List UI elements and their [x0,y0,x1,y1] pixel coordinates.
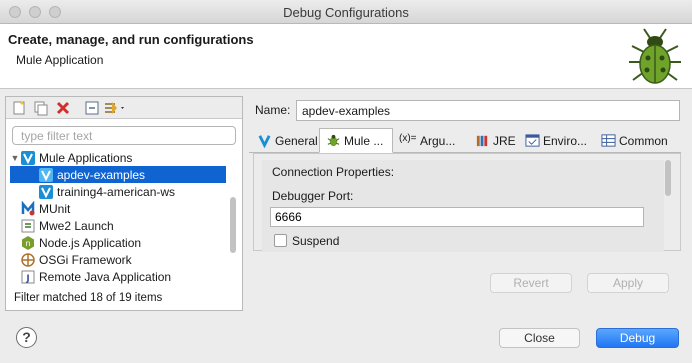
tree-item-apdev-examples[interactable]: apdev-examples [10,166,226,183]
svg-text:J: J [25,274,29,284]
tree-item-label: Node.js Application [39,235,142,250]
apply-button[interactable]: Apply [587,273,669,293]
debug-button[interactable]: Debug [596,328,679,348]
debugger-port-label: Debugger Port: [272,189,354,203]
remote-java-icon: J [21,270,35,284]
tab-environment[interactable]: Enviro... [519,128,595,153]
tab-label: General [275,133,318,148]
debug-bug-icon [629,28,681,84]
help-icon[interactable]: ? [16,327,37,348]
content-scrollbar[interactable] [663,160,673,250]
tree-item-nodejs-application[interactable]: n Node.js Application [10,234,226,251]
suspend-label: Suspend [292,234,340,248]
tab-label: Enviro... [543,133,588,148]
scrollbar-thumb[interactable] [230,197,236,253]
connection-properties-heading: Connection Properties: [272,165,395,179]
filter-icon[interactable] [103,100,127,116]
close-button[interactable]: Close [499,328,580,348]
duplicate-icon[interactable] [33,100,49,116]
dialog-heading: Create, manage, and run configurations [8,32,254,47]
tab-general[interactable]: General [251,128,319,153]
filter-input[interactable] [12,126,236,145]
tree-item-osgi-framework[interactable]: OSGi Framework [10,251,226,268]
osgi-icon [21,252,35,267]
revert-button[interactable]: Revert [490,273,572,293]
configuration-toolbar [6,97,242,119]
delete-icon[interactable] [55,100,71,116]
tree-item-mule-applications[interactable]: ▼ Mule Applications [10,149,226,166]
title-bar: Debug Configurations [0,0,692,24]
dialog-header: Create, manage, and run configurations M… [0,24,692,89]
window-title: Debug Configurations [283,5,409,20]
common-icon [601,134,616,147]
tree-scrollbar[interactable] [228,149,238,287]
variable-icon: (x)= [399,133,417,144]
tree-item-training4-american-ws[interactable]: training4-american-ws [10,183,226,200]
dialog-subheading: Mule Application [16,53,104,67]
mwe2-icon [21,219,35,232]
library-icon [476,135,488,147]
tab-mule[interactable]: Mule ... [319,128,393,153]
nodejs-icon: n [22,235,34,250]
suspend-checkbox[interactable] [274,234,287,247]
mule-icon [21,150,35,165]
configuration-tree: ▼ Mule Applications apdev-examples train… [6,149,228,287]
tree-item-label: Mwe2 Launch [39,218,114,233]
mule-icon [39,184,53,199]
debug-bug-icon [327,134,340,147]
tree-item-mwe2-launch[interactable]: Mwe2 Launch [10,217,226,234]
name-label: Name: [255,103,291,117]
configuration-name-field[interactable] [296,100,680,121]
tree-item-remote-java-application[interactable]: J Remote Java Application [10,268,226,285]
environment-icon [525,134,540,147]
tree-item-label: MUnit [39,201,71,216]
tab-arguments[interactable]: (x)= Argu... [393,128,469,153]
configuration-tabs: General Mule ... (x)= Argu... JRE Enviro… [249,128,681,153]
tab-label: JRE [493,133,516,148]
tree-item-label: Mule Applications [39,150,133,165]
tree-item-label: apdev-examples [57,167,146,182]
collapse-all-icon[interactable] [84,100,100,116]
scrollbar-thumb[interactable] [665,160,671,196]
tab-label: Argu... [420,133,456,148]
debugger-port-field[interactable] [270,207,644,227]
svg-text:n: n [25,239,30,248]
tree-item-label: OSGi Framework [39,252,132,267]
munit-icon [21,200,35,215]
tab-common[interactable]: Common [595,128,671,153]
mule-icon [39,167,53,182]
configuration-list-panel: ▼ Mule Applications apdev-examples train… [5,96,243,311]
tree-item-munit[interactable]: MUnit [10,200,226,217]
expand-chevron-icon[interactable]: ▼ [10,153,20,163]
tree-item-label: Remote Java Application [39,269,172,284]
new-configuration-icon[interactable] [11,100,27,116]
filter-status: Filter matched 18 of 19 items [14,292,163,304]
tab-jre[interactable]: JRE [469,128,519,153]
tab-label: Mule ... [344,133,384,148]
tree-item-label: training4-american-ws [57,184,176,199]
tab-label: Common [619,133,668,148]
mule-icon [258,135,271,148]
